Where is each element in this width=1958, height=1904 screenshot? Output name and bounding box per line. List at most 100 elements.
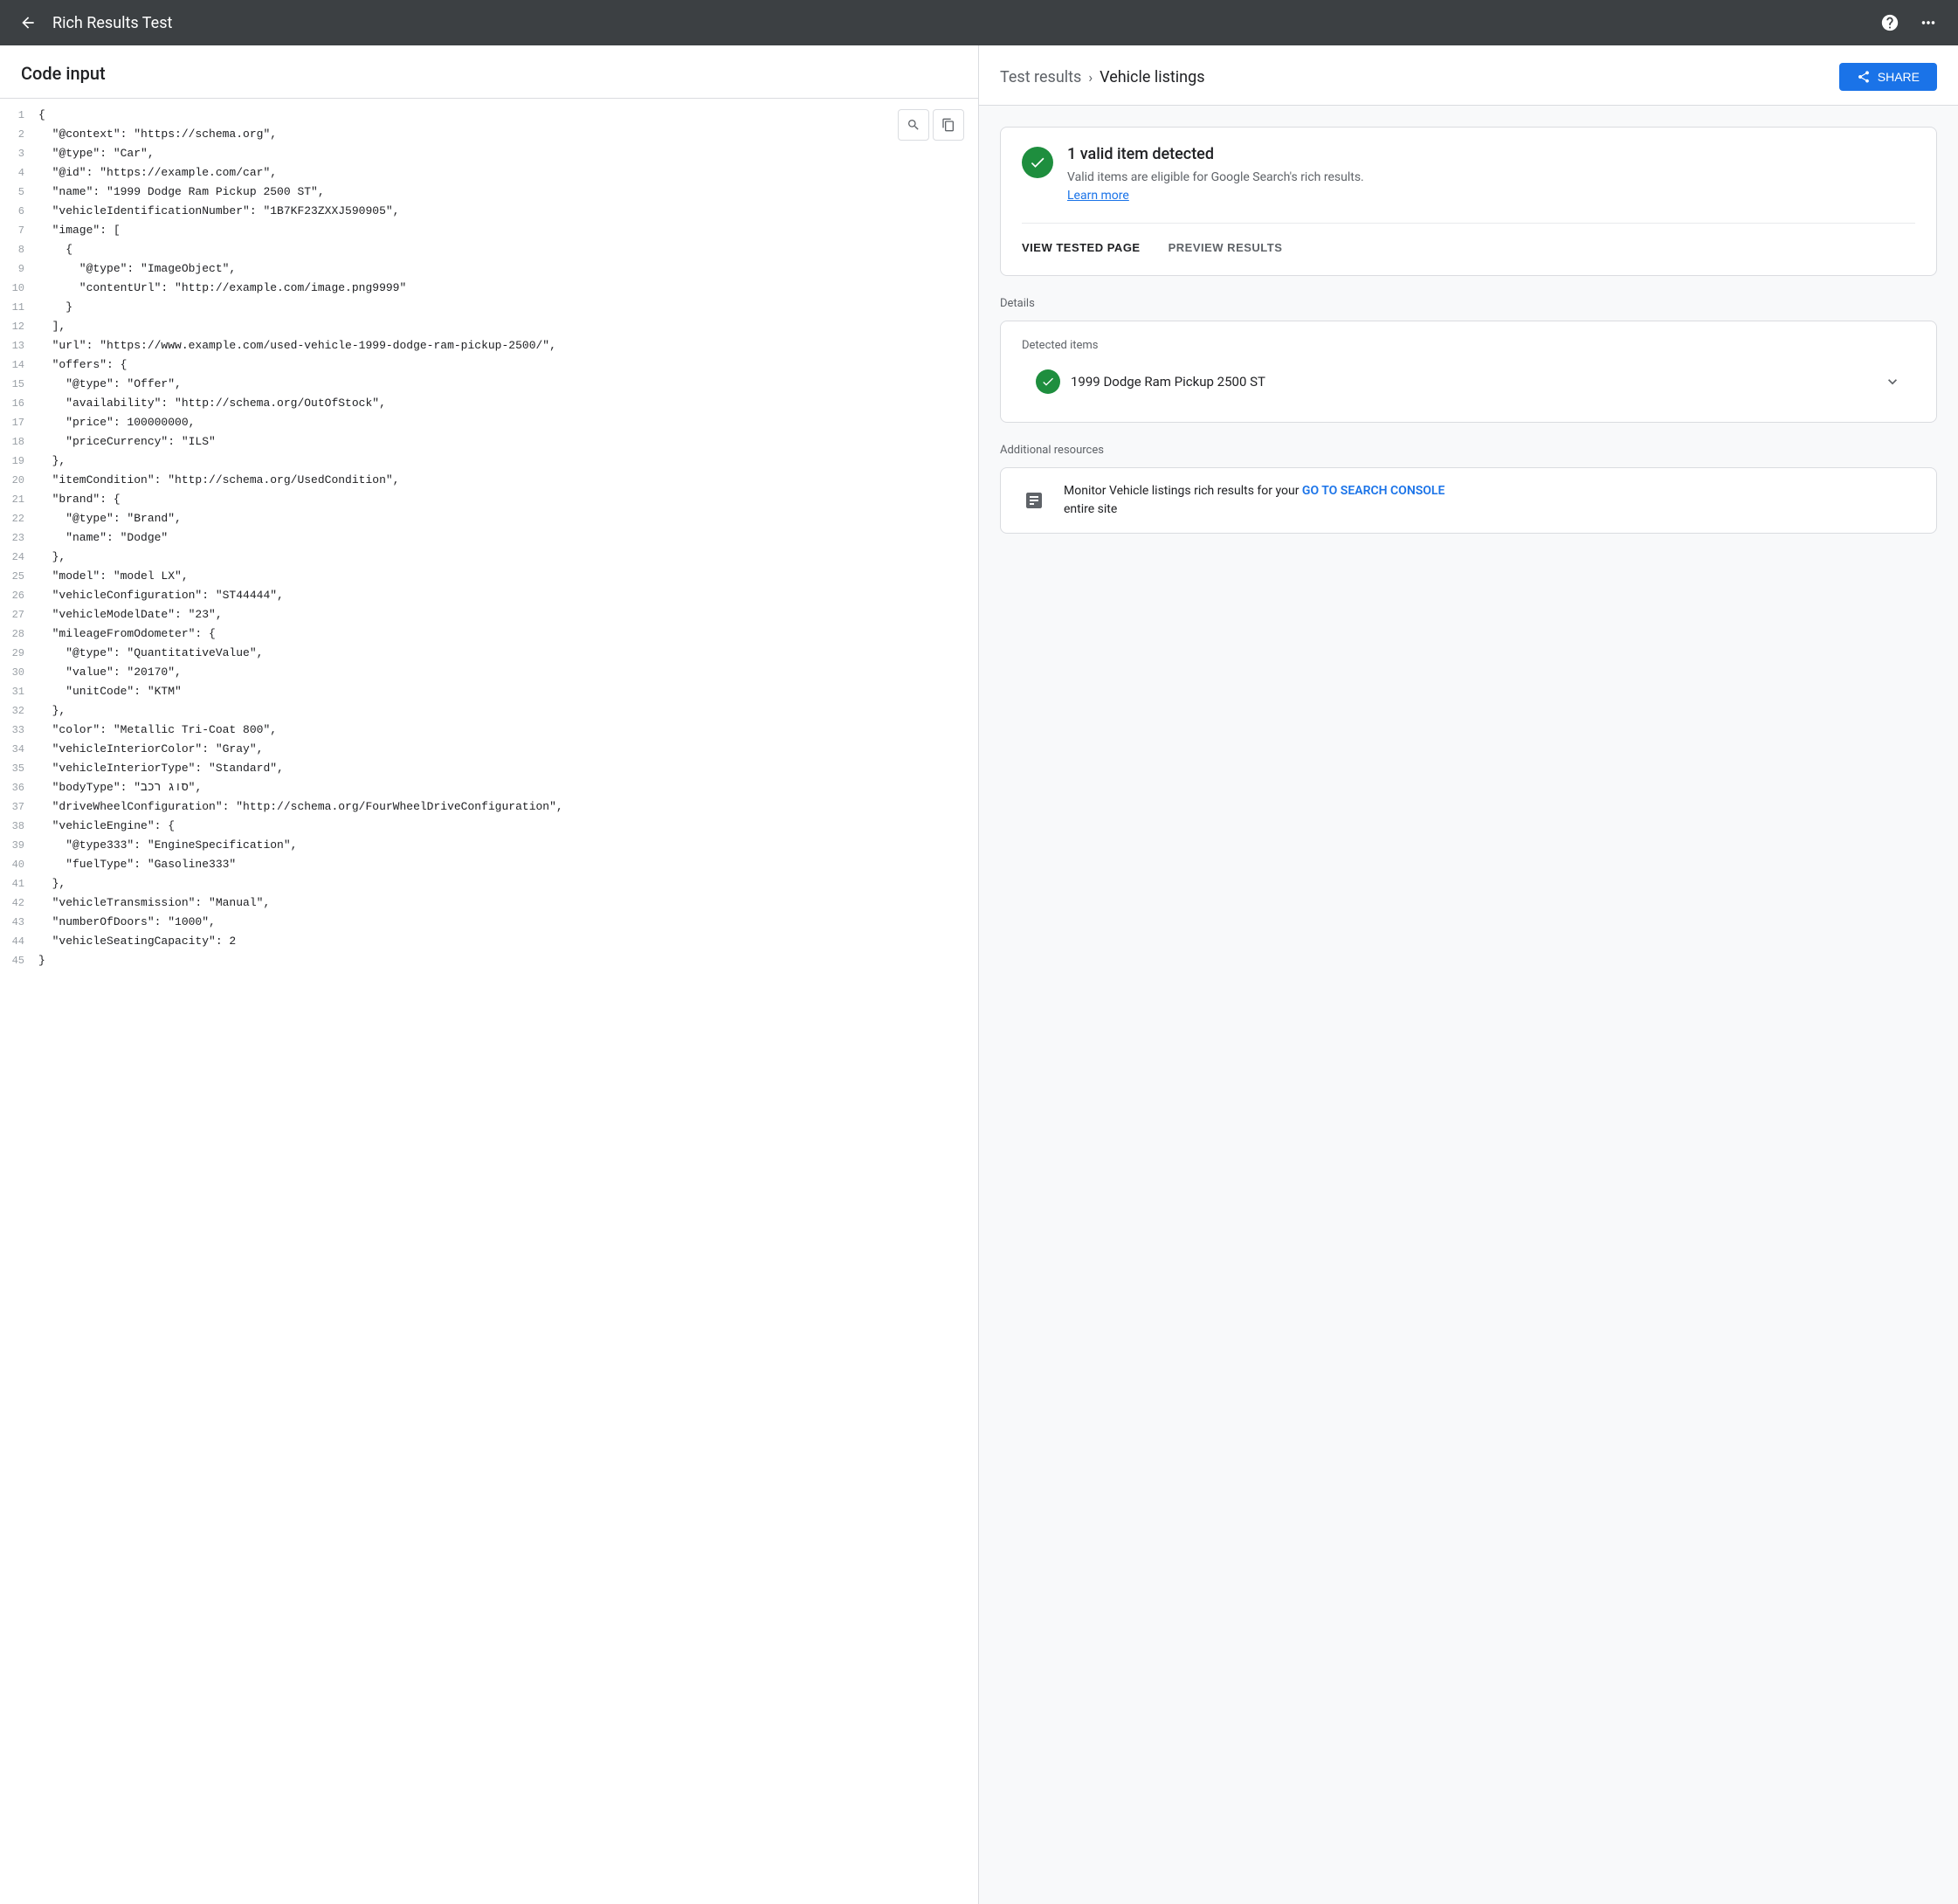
code-line: 15 "@type": "Offer", (0, 375, 978, 394)
line-content: "priceCurrency": "ILS" (38, 432, 216, 452)
line-number: 22 (7, 509, 38, 528)
line-number: 36 (7, 778, 38, 797)
line-content: "itemCondition": "http://schema.org/Used… (38, 471, 399, 490)
breadcrumb-test-results[interactable]: Test results (1000, 68, 1081, 86)
line-number: 6 (7, 202, 38, 221)
left-panel: Code input 1{2 "@context": "https://sche… (0, 45, 979, 1904)
line-content: "availability": "http://schema.org/OutOf… (38, 394, 386, 413)
expand-detected-item-button[interactable] (1884, 373, 1901, 390)
code-line: 44 "vehicleSeatingCapacity": 2 (0, 932, 978, 951)
learn-more-link[interactable]: Learn more (1067, 189, 1129, 203)
line-number: 43 (7, 913, 38, 932)
line-content: "model": "model LX", (38, 567, 189, 586)
line-number: 15 (7, 375, 38, 394)
line-content: ], (38, 317, 65, 336)
line-number: 5 (7, 183, 38, 202)
resource-text-after: entire site (1064, 502, 1117, 516)
line-content: } (38, 298, 72, 317)
additional-resources-label: Additional resources (1000, 444, 1937, 457)
line-number: 3 (7, 144, 38, 163)
detected-item-row: 1999 Dodge Ram Pickup 2500 ST (1022, 359, 1915, 404)
line-content: "brand": { (38, 490, 121, 509)
line-number: 35 (7, 759, 38, 778)
copy-code-button[interactable] (933, 109, 964, 141)
right-panel-header: Test results › Vehicle listings SHARE (979, 45, 1958, 106)
search-code-button[interactable] (898, 109, 929, 141)
line-number: 45 (7, 951, 38, 970)
code-line: 23 "name": "Dodge" (0, 528, 978, 548)
view-tested-page-button[interactable]: VIEW TESTED PAGE (1022, 238, 1141, 258)
line-number: 2 (7, 125, 38, 144)
code-line: 27 "vehicleModelDate": "23", (0, 605, 978, 624)
line-content: "@type": "QuantitativeValue", (38, 644, 263, 663)
line-content: { (38, 240, 72, 259)
line-content: }, (38, 701, 65, 721)
resource-chart-icon (1018, 485, 1050, 516)
valid-item-card: 1 valid item detected Valid items are el… (1000, 127, 1937, 276)
share-button-label: SHARE (1878, 70, 1920, 84)
line-number: 12 (7, 317, 38, 336)
details-label: Details (1000, 297, 1937, 310)
apps-icon[interactable] (1913, 7, 1944, 38)
line-content: "@type": "Brand", (38, 509, 182, 528)
code-line: 17 "price": 100000000, (0, 413, 978, 432)
code-area: 1{2 "@context": "https://schema.org",3 "… (0, 99, 978, 1904)
line-content: "price": 100000000, (38, 413, 195, 432)
main-container: Code input 1{2 "@context": "https://sche… (0, 45, 1958, 1904)
code-line: 7 "image": [ (0, 221, 978, 240)
nav-icons (1874, 7, 1944, 38)
line-number: 19 (7, 452, 38, 471)
line-number: 11 (7, 298, 38, 317)
left-panel-header: Code input (0, 45, 978, 99)
code-line: 3 "@type": "Car", (0, 144, 978, 163)
code-line: 42 "vehicleTransmission": "Manual", (0, 893, 978, 913)
code-line: 41 }, (0, 874, 978, 893)
breadcrumb: Test results › Vehicle listings (1000, 68, 1205, 86)
line-content: "contentUrl": "http://example.com/image.… (38, 279, 406, 298)
resource-card: Monitor Vehicle listings rich results fo… (1000, 467, 1937, 534)
code-line: 38 "vehicleEngine": { (0, 817, 978, 836)
line-content: { (38, 106, 45, 125)
line-number: 40 (7, 855, 38, 874)
detected-item-check-icon (1036, 369, 1060, 394)
line-number: 1 (7, 106, 38, 125)
code-toolbar (898, 109, 964, 141)
code-line: 22 "@type": "Brand", (0, 509, 978, 528)
line-content: "vehicleInteriorType": "Standard", (38, 759, 284, 778)
code-lines: 1{2 "@context": "https://schema.org",3 "… (0, 106, 978, 970)
breadcrumb-current: Vehicle listings (1100, 68, 1204, 86)
go-to-search-console-link[interactable]: GO TO SEARCH CONSOLE (1302, 484, 1444, 498)
code-line: 39 "@type333": "EngineSpecification", (0, 836, 978, 855)
line-content: "mileageFromOdometer": { (38, 624, 216, 644)
share-button[interactable]: SHARE (1839, 63, 1937, 91)
back-button[interactable] (14, 9, 42, 37)
line-number: 14 (7, 355, 38, 375)
line-number: 37 (7, 797, 38, 817)
line-content: "vehicleEngine": { (38, 817, 175, 836)
line-number: 4 (7, 163, 38, 183)
code-line: 2 "@context": "https://schema.org", (0, 125, 978, 144)
line-number: 38 (7, 817, 38, 836)
line-number: 23 (7, 528, 38, 548)
code-line: 35 "vehicleInteriorType": "Standard", (0, 759, 978, 778)
line-number: 8 (7, 240, 38, 259)
details-section: Details Detected items 1999 Dodge Ram Pi… (1000, 297, 1937, 423)
line-content: "@type": "Offer", (38, 375, 182, 394)
code-line: 1{ (0, 106, 978, 125)
line-content: "@type": "ImageObject", (38, 259, 236, 279)
help-icon[interactable] (1874, 7, 1906, 38)
code-line: 6 "vehicleIdentificationNumber": "1B7KF2… (0, 202, 978, 221)
line-content: "fuelType": "Gasoline333" (38, 855, 236, 874)
detected-item-name: 1999 Dodge Ram Pickup 2500 ST (1071, 374, 1873, 390)
code-line: 45} (0, 951, 978, 970)
valid-item-count: 1 valid item detected (1067, 145, 1364, 163)
code-input-title: Code input (21, 63, 957, 84)
line-content: "vehicleIdentificationNumber": "1B7KF23Z… (38, 202, 399, 221)
line-number: 24 (7, 548, 38, 567)
line-content: "color": "Metallic Tri-Coat 800", (38, 721, 277, 740)
line-number: 28 (7, 624, 38, 644)
line-number: 34 (7, 740, 38, 759)
line-content: "@type333": "EngineSpecification", (38, 836, 297, 855)
preview-results-button[interactable]: PREVIEW RESULTS (1169, 238, 1283, 258)
line-number: 31 (7, 682, 38, 701)
